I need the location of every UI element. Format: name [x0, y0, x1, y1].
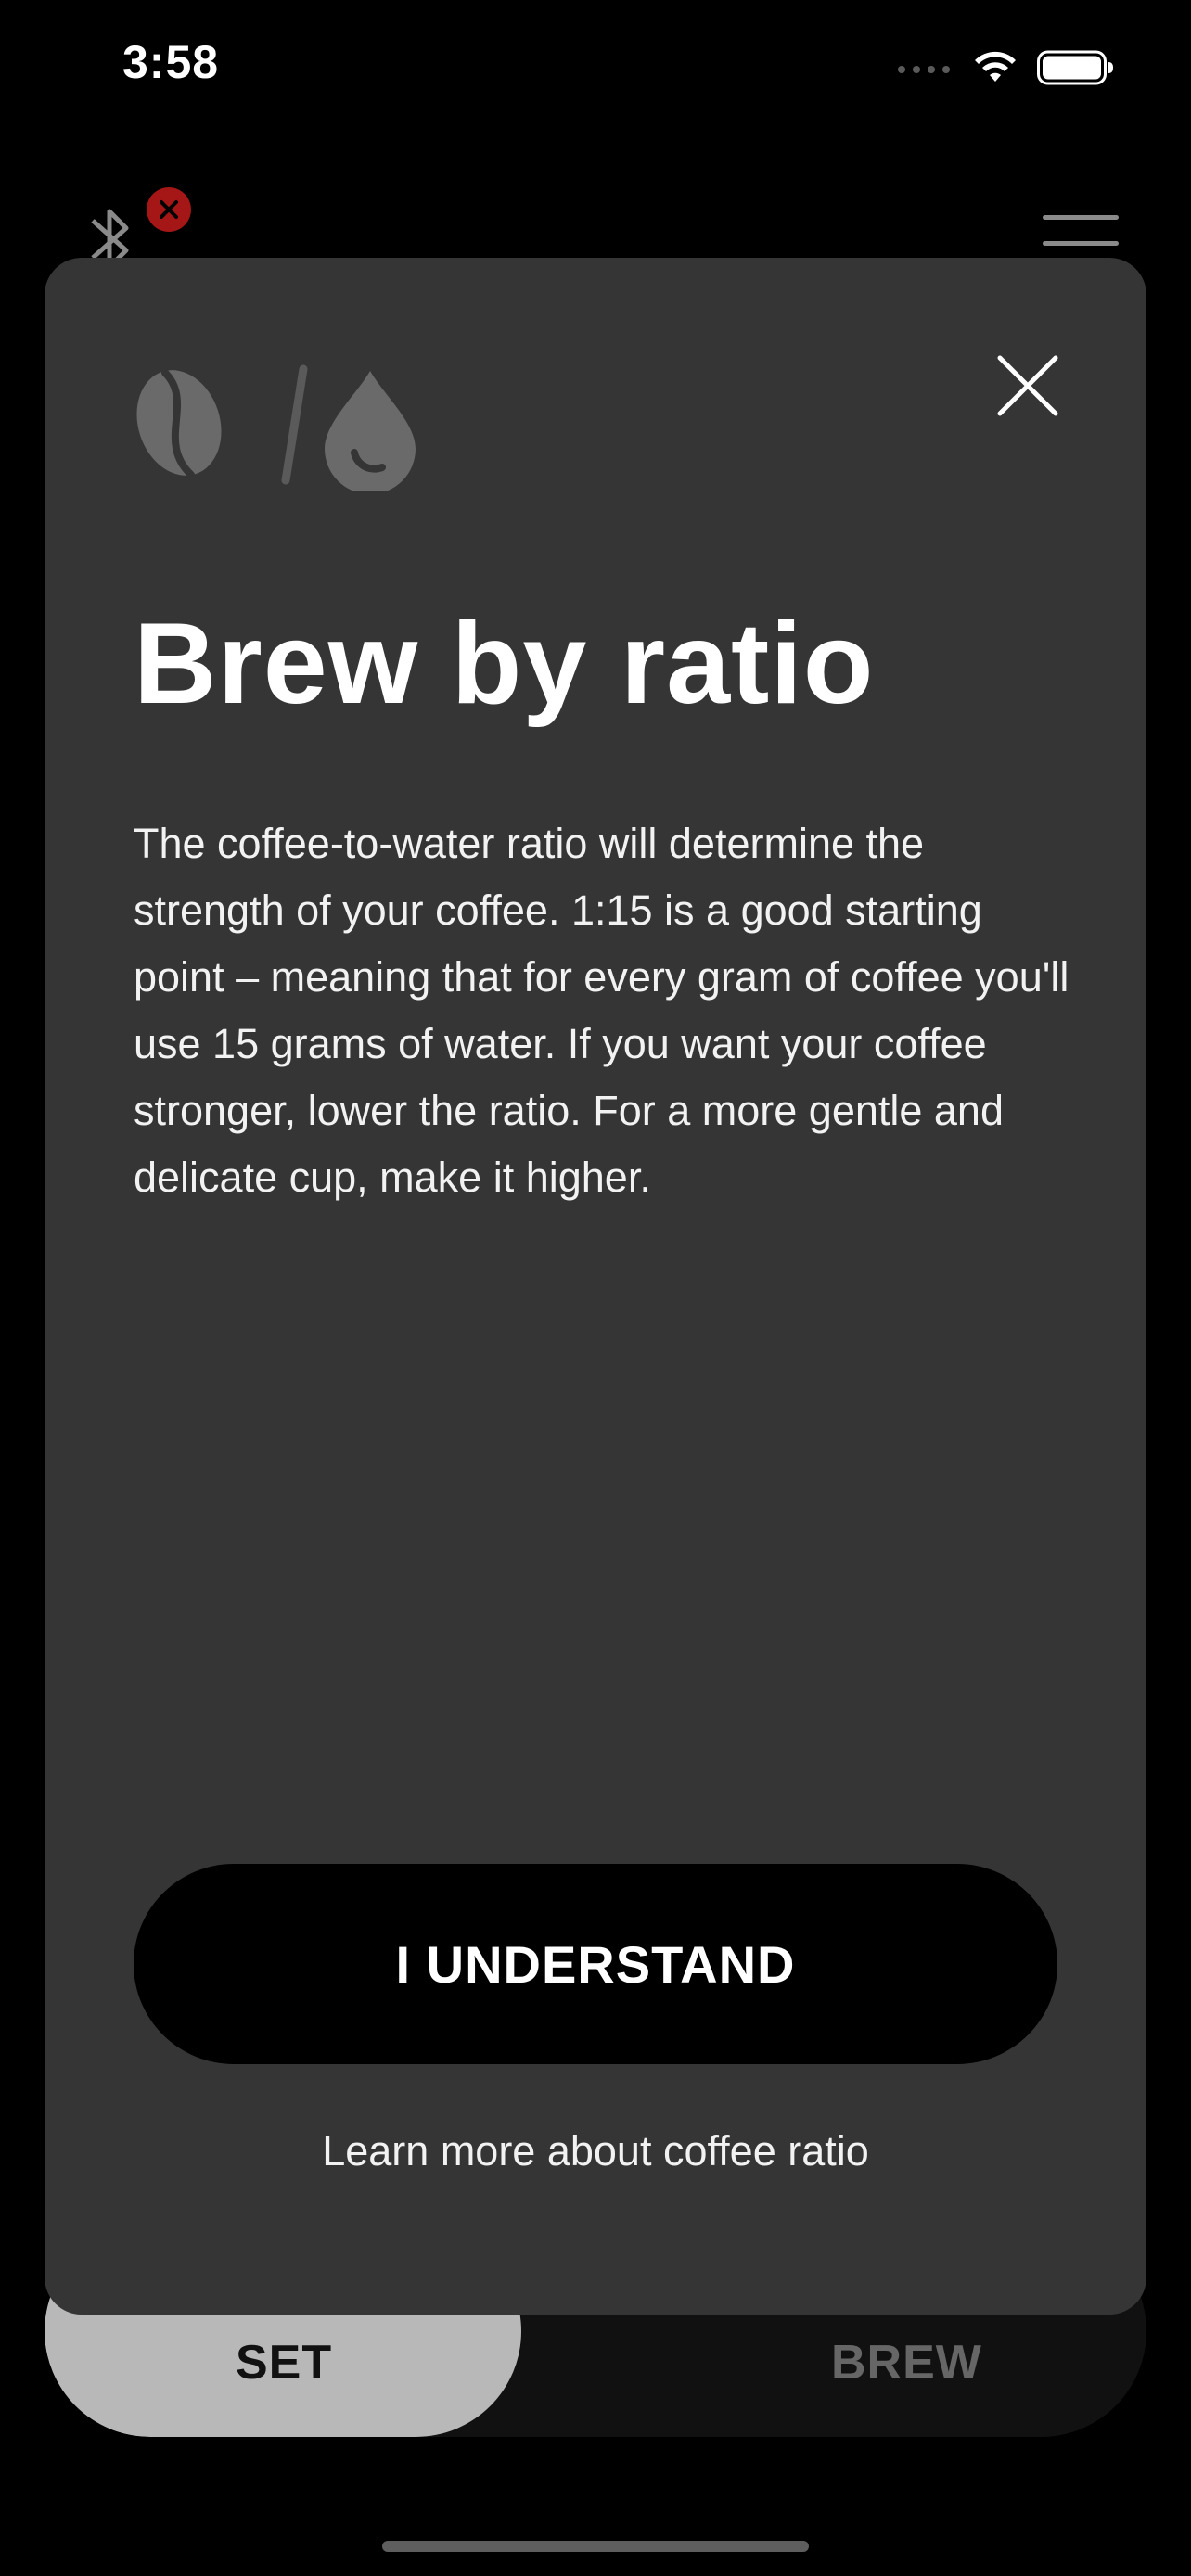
water-drop-icon — [325, 371, 416, 491]
modal-body-text: The coffee-to-water ratio will determine… — [134, 820, 1069, 1201]
ratio-info-modal: Brew by ratio The coffee-to-water ratio … — [45, 258, 1146, 2315]
status-icons — [896, 45, 1115, 91]
menu-icon[interactable] — [1043, 215, 1119, 247]
cellular-signal-icon — [898, 66, 950, 73]
status-time: 3:58 — [122, 36, 220, 88]
wifi-icon — [975, 51, 1016, 82]
battery-icon — [1037, 50, 1113, 85]
status-bar: 3:58 — [0, 0, 1191, 130]
ratio-slash — [281, 364, 308, 485]
close-icon[interactable] — [991, 349, 1065, 423]
tab-brew[interactable]: BREW — [831, 2335, 982, 2391]
modal-title: Brew by ratio — [134, 600, 875, 728]
learn-more-link[interactable]: Learn more about coffee ratio — [134, 2127, 1057, 2175]
i-understand-button[interactable]: I UNDERSTAND — [134, 1864, 1057, 2064]
ratio-icons — [136, 364, 416, 491]
home-indicator[interactable] — [382, 2541, 809, 2552]
tab-set-label: SET — [236, 2336, 333, 2390]
coffee-bean-icon — [136, 369, 222, 478]
disconnected-badge-icon — [147, 187, 191, 232]
